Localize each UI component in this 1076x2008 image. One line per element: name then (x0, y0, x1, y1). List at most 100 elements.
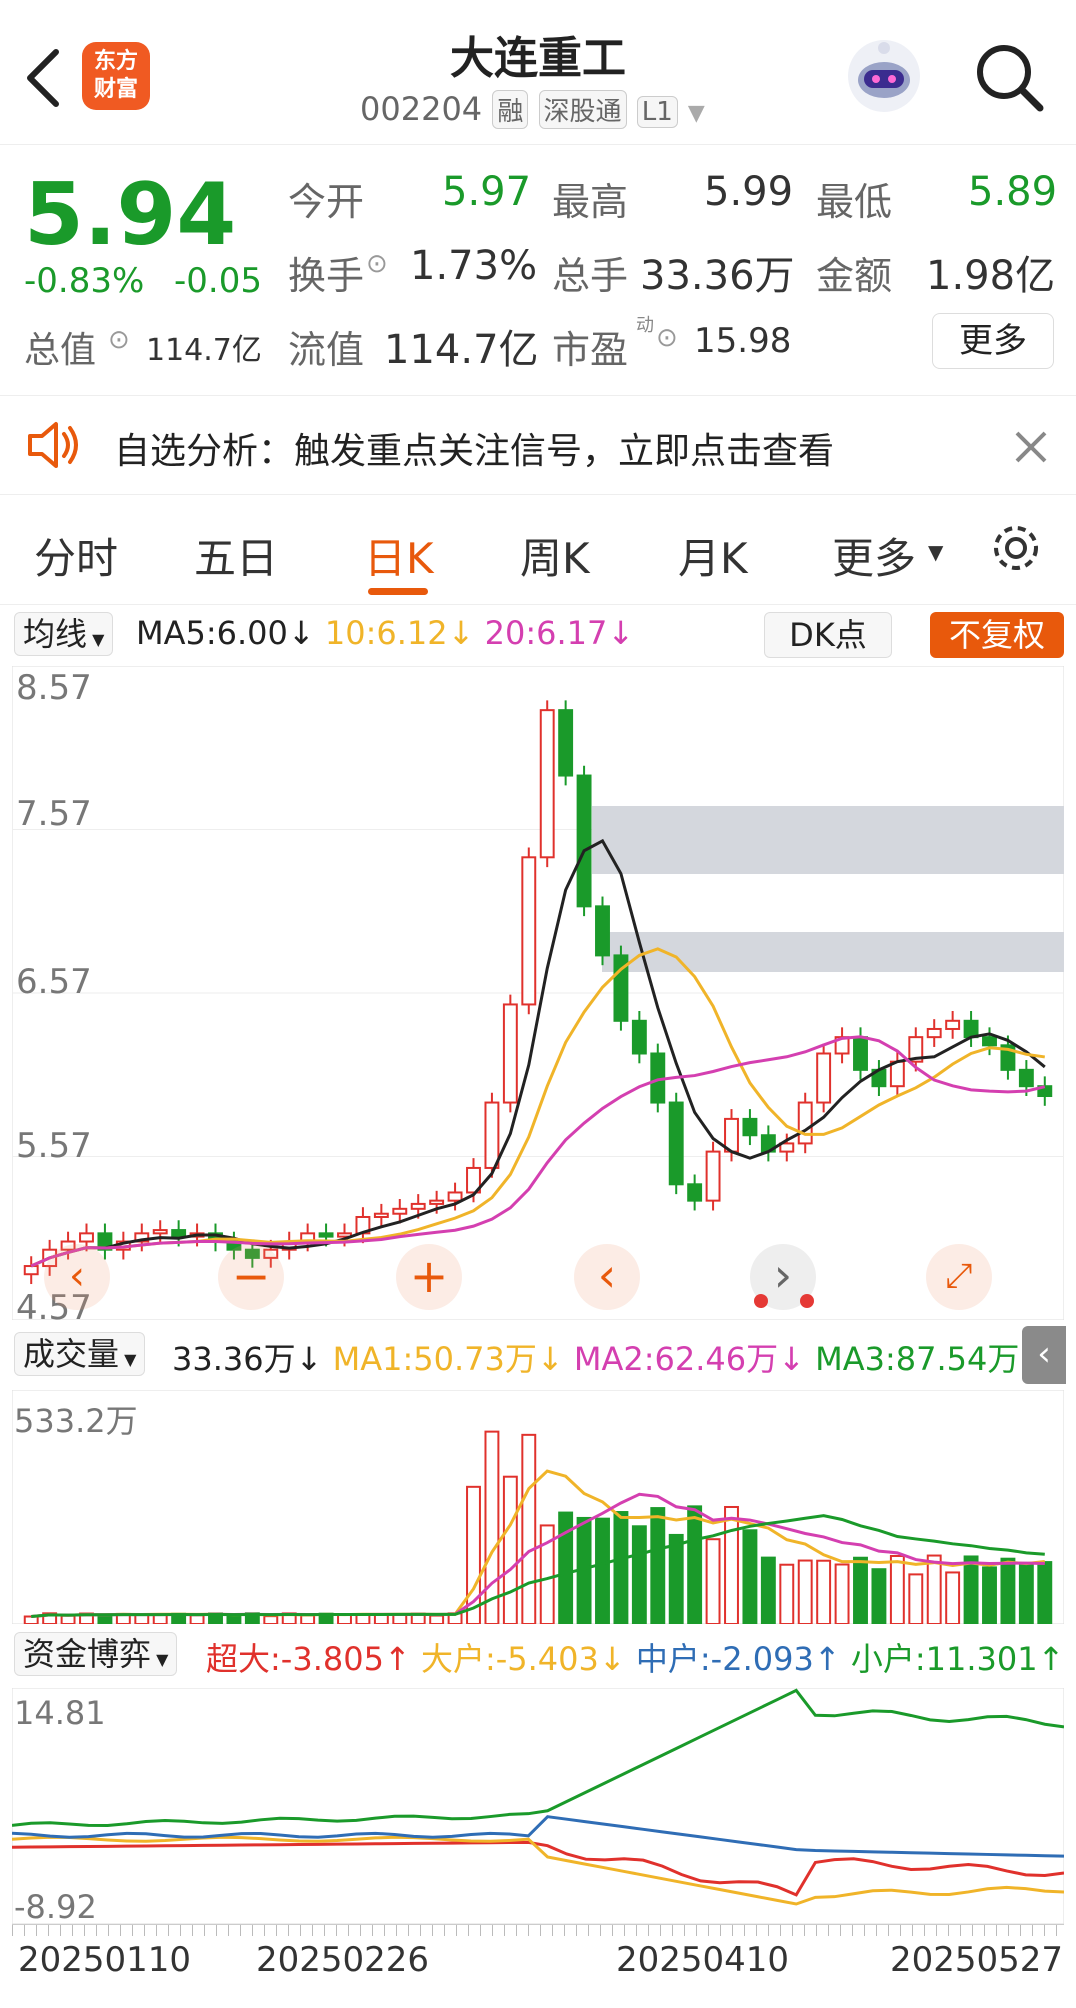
candle-body (1018, 1068, 1034, 1088)
info-dots-icon[interactable]: ⊙ (366, 249, 388, 279)
ma20-value: 20:6.17 (484, 614, 608, 652)
speaker-icon (28, 422, 78, 468)
date-axis-ticks (12, 1924, 1064, 1936)
volume-bar (963, 1555, 979, 1624)
search-icon[interactable] (972, 40, 1046, 114)
volume-bar (300, 1614, 316, 1624)
fund-min-label: -8.92 (14, 1888, 97, 1926)
fund-flow-chart[interactable] (12, 1688, 1064, 1924)
fund-mid: 中户:-2.093 (635, 1640, 814, 1678)
tag-level[interactable]: L1 (636, 96, 678, 128)
tab-monthly-k[interactable]: 月K (678, 525, 748, 586)
scroll-left-button[interactable]: ‹ (44, 1244, 110, 1310)
volume-legend: 33.36万↓ MA1:50.73万↓ MA2:62.46万↓ MA3:87.5… (172, 1340, 1046, 1378)
prev-button[interactable]: ‹ (574, 1244, 640, 1310)
candle-body (595, 905, 610, 957)
resistance-zone (592, 806, 1064, 874)
zoom-out-button[interactable]: − (218, 1244, 284, 1310)
adjust-mode-button[interactable]: 不复权 (930, 612, 1064, 658)
fullscreen-icon[interactable]: ⤢ (926, 1244, 992, 1310)
volume-bar (816, 1559, 832, 1624)
change-percent: -0.83% (24, 261, 145, 301)
volume-chart[interactable] (12, 1390, 1064, 1624)
settings-gear-icon[interactable] (990, 522, 1042, 574)
tab-intraday[interactable]: 分时 (34, 525, 118, 586)
volume-bar (1018, 1561, 1034, 1624)
dk-point-label: DK点 (789, 616, 867, 654)
info-dots-icon[interactable]: ⊙ (656, 323, 678, 353)
fund-selector[interactable]: 资金博弈 ▼ (14, 1632, 178, 1676)
robot-avatar-icon[interactable] (842, 34, 926, 118)
pe-value: 15.98 (694, 321, 792, 361)
candle-body (631, 1019, 647, 1055)
volume-bar (705, 1538, 721, 1624)
volume-label: 总手 (552, 254, 629, 298)
kline-chart[interactable] (12, 666, 1064, 1320)
candle-body (926, 1027, 942, 1039)
candle-body (392, 1207, 408, 1215)
high-value: 5.99 (704, 169, 794, 215)
notice-text[interactable]: 自选分析：触发重点关注信号，立即点击查看 (114, 422, 834, 474)
volume-max-label: 533.2万 (14, 1402, 138, 1440)
volume-ma3: MA3:87.54万 (815, 1340, 1020, 1378)
candle-body (889, 1060, 905, 1088)
volume-bar (263, 1615, 279, 1624)
ma5-value: MA5:6.00 (136, 614, 288, 652)
stock-code: 002204 (360, 90, 483, 128)
volume-bar (668, 1533, 684, 1624)
volume-bar (521, 1433, 537, 1624)
candle-body (668, 1101, 684, 1186)
candle-body (429, 1199, 445, 1205)
tab-weekly-k[interactable]: 周K (520, 525, 590, 586)
candle-body (539, 709, 555, 859)
volume-bar (908, 1573, 924, 1624)
close-icon[interactable] (1014, 430, 1048, 464)
candle-body (152, 1229, 168, 1235)
zoom-in-button[interactable]: + (396, 1244, 462, 1310)
tab-more[interactable]: 更多 (832, 525, 916, 586)
volume-bar (650, 1507, 666, 1624)
notice-bar[interactable]: 自选分析：触发重点关注信号，立即点击查看 (0, 395, 1076, 495)
more-button[interactable]: 更多 (932, 313, 1054, 369)
chevron-down-icon[interactable]: ▼ (688, 101, 705, 126)
float-value: 114.7亿 (384, 327, 539, 373)
volume-bar (797, 1559, 813, 1624)
change-amount: -0.05 (174, 261, 262, 301)
candle-body (79, 1232, 94, 1243)
volume-current: 33.36万 (172, 1340, 296, 1378)
low-value: 5.89 (968, 169, 1058, 215)
volume-bar (945, 1571, 961, 1624)
caret-down-icon[interactable]: ▼ (928, 540, 943, 564)
fund-big: 大户:-5.403 (420, 1640, 599, 1678)
volume-bar (595, 1517, 610, 1624)
fund-selector-label: 资金博弈 (23, 1635, 152, 1673)
candle-body (945, 1019, 961, 1030)
volume-bar (834, 1563, 850, 1624)
volume-bar (23, 1615, 39, 1624)
volume-bar (429, 1614, 445, 1624)
dk-point-button[interactable]: DK点 (764, 612, 892, 658)
collapse-panel-button[interactable]: ‹ (1022, 1326, 1066, 1384)
volume-bar (1000, 1557, 1016, 1624)
candle-body (963, 1019, 979, 1039)
date-label: 20250527 (890, 1940, 1064, 1980)
date-label: 20250226 (256, 1940, 430, 1980)
volume-bar (724, 1505, 739, 1624)
candle-body (171, 1229, 187, 1238)
candle-body (484, 1101, 500, 1169)
tab-daily-k[interactable]: 日K (364, 525, 434, 586)
amount-value: 1.98亿 (926, 253, 1056, 299)
candle-body (576, 774, 592, 908)
tab-five-day[interactable]: 五日 (194, 525, 278, 586)
open-label: 今开 (288, 180, 365, 224)
candle-body (23, 1265, 39, 1276)
volume-selector[interactable]: 成交量 ▼ (14, 1332, 146, 1376)
open-value: 5.97 (442, 169, 532, 215)
indicator-selector[interactable]: 均线 ▼ (14, 612, 114, 656)
y-tick-label: 8.57 (16, 668, 92, 708)
amount-label: 金额 (816, 254, 893, 298)
volume-bar (1037, 1561, 1053, 1624)
red-dot-marker (800, 1294, 814, 1308)
info-dots-icon[interactable]: ⊙ (108, 325, 130, 355)
volume-bar (687, 1505, 703, 1624)
